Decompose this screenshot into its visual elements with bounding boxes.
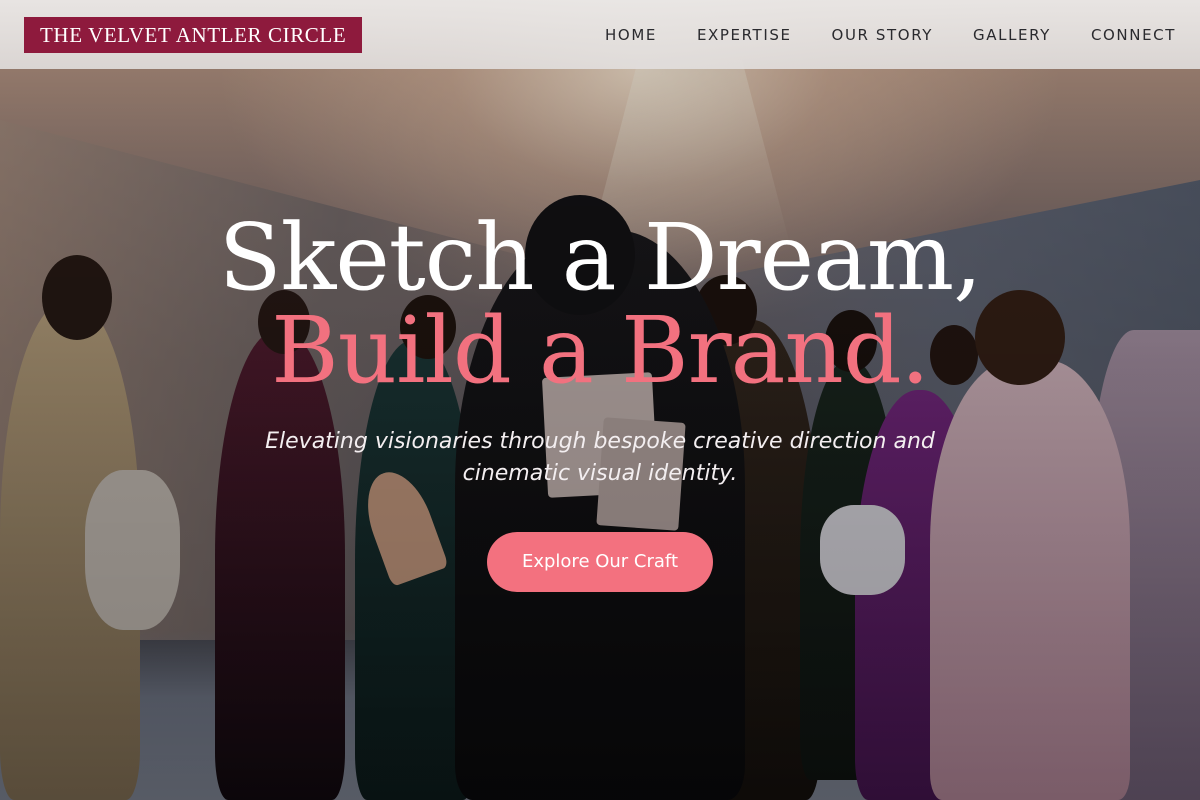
hero-headline-line-2: Build a Brand. <box>271 297 930 404</box>
brand-logo[interactable]: THE VELVET ANTLER CIRCLE <box>24 16 363 53</box>
main-nav: HOME EXPERTISE OUR STORY GALLERY CONNECT <box>605 26 1176 44</box>
nav-item-expertise[interactable]: EXPERTISE <box>697 26 792 44</box>
explore-our-craft-button[interactable]: Explore Our Craft <box>487 532 713 592</box>
nav-item-home[interactable]: HOME <box>605 26 657 44</box>
hero-content: Sketch a Dream, Build a Brand. Elevating… <box>0 208 1200 592</box>
hero-section: Sketch a Dream, Build a Brand. Elevating… <box>0 0 1200 800</box>
hero-subtitle: Elevating visionaries through bespoke cr… <box>265 429 935 486</box>
navbar: THE VELVET ANTLER CIRCLE HOME EXPERTISE … <box>0 0 1200 69</box>
nav-item-our-story[interactable]: OUR STORY <box>832 26 934 44</box>
nav-item-gallery[interactable]: GALLERY <box>973 26 1051 44</box>
nav-item-connect[interactable]: CONNECT <box>1091 26 1176 44</box>
hero-headline-line-1: Sketch a Dream, <box>218 204 983 311</box>
